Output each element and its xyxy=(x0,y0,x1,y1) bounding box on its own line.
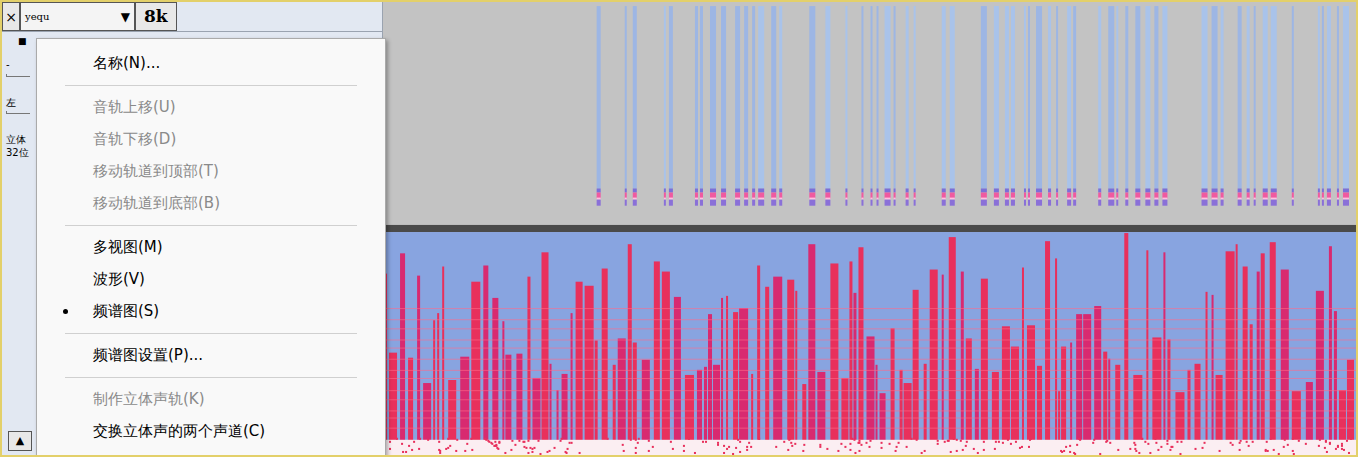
menu-separator xyxy=(37,219,385,231)
menu-separator xyxy=(37,371,385,383)
check-mark xyxy=(37,309,93,314)
close-button[interactable]: × xyxy=(2,2,20,31)
rate-label: 8k xyxy=(135,2,177,31)
collapse-button[interactable]: ▲ xyxy=(8,431,32,451)
menu-item[interactable]: 移动轨道到底部(B) xyxy=(37,187,385,219)
track-name-dropdown[interactable]: yequ▼ xyxy=(20,2,135,31)
menu-item[interactable]: 频谱图(S) xyxy=(37,295,385,327)
spectrogram-area[interactable] xyxy=(383,2,1356,455)
menu-item[interactable]: 名称(N)... xyxy=(37,47,385,79)
pan-slider[interactable] xyxy=(6,111,30,114)
menu-item[interactable]: 音轨上移(U) xyxy=(37,91,385,123)
menu-item[interactable]: 制作立体声轨(K) xyxy=(37,383,385,415)
menu-item[interactable]: 频谱图设置(P)... xyxy=(37,339,385,371)
gain-slider[interactable] xyxy=(6,74,30,77)
menu-item[interactable]: 交换立体声的两个声道(C) xyxy=(37,415,385,447)
track-header: ×yequ▼8k xyxy=(2,2,382,32)
menu-item[interactable]: 音轨下移(D) xyxy=(37,123,385,155)
menu-item[interactable]: 移动轨道到顶部(T) xyxy=(37,155,385,187)
audacity-track: ×yequ▼8k■-左立体32位▲名称(N)...音轨上移(U)音轨下移(D)移… xyxy=(0,0,1358,457)
menu-item[interactable]: 多视图(M) xyxy=(37,231,385,263)
menu-item[interactable]: 波形(V) xyxy=(37,263,385,295)
context-menu: 名称(N)... 音轨上移(U)音轨下移(D)移动轨道到顶部(T)移动轨道到底部(… xyxy=(36,38,386,457)
menu-separator xyxy=(37,79,385,91)
menu-separator xyxy=(37,327,385,339)
spectrogram[interactable] xyxy=(383,2,1356,455)
